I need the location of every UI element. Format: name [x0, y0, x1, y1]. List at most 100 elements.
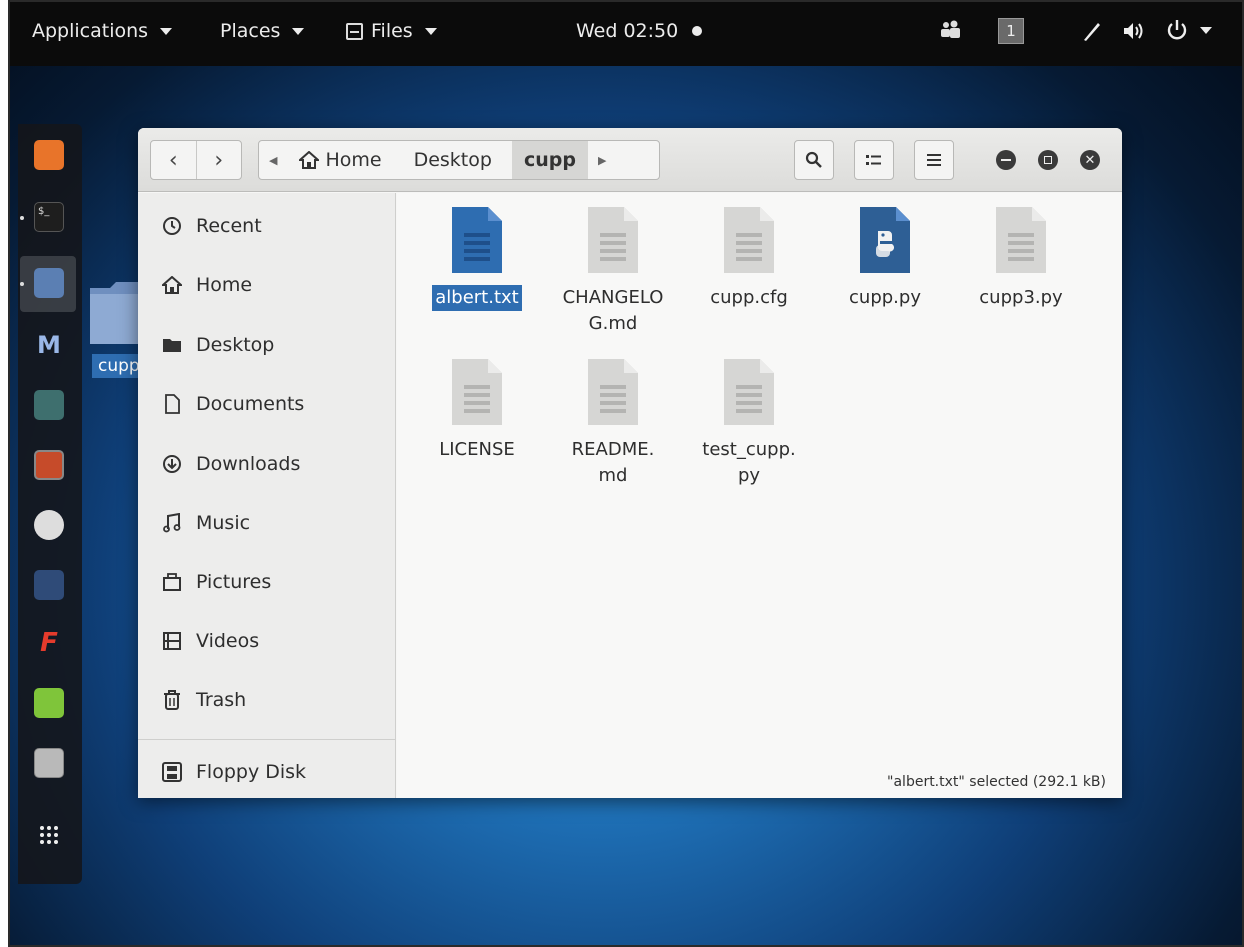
- notes-icon[interactable]: [34, 688, 64, 718]
- volume-icon[interactable]: [1122, 20, 1146, 42]
- minimize-icon: [1001, 159, 1011, 161]
- running-indicator: [20, 282, 24, 286]
- file-changelog-md[interactable]: CHANGELO G.md: [553, 205, 673, 337]
- sidebar-item-home[interactable]: Home: [162, 274, 252, 296]
- sidebar-item-floppy-disk[interactable]: Floppy Disk: [162, 761, 306, 783]
- music-icon: [162, 513, 182, 533]
- clock[interactable]: Wed 02:50: [576, 20, 703, 42]
- path-current-label: cupp: [523, 149, 576, 171]
- sidebar-item-documents[interactable]: Documents: [162, 393, 304, 415]
- forward-button[interactable]: ›: [197, 141, 242, 179]
- places-menu[interactable]: Places: [220, 20, 305, 42]
- path-segment-home[interactable]: Home: [287, 141, 393, 179]
- file-name: README. md: [569, 437, 658, 489]
- firefox-icon[interactable]: [34, 140, 64, 170]
- metasploit-icon[interactable]: M: [34, 330, 64, 360]
- power-icon: [1167, 20, 1187, 40]
- armitage-icon[interactable]: [34, 390, 64, 420]
- menu-button[interactable]: [914, 140, 954, 180]
- people-icon[interactable]: [938, 18, 962, 40]
- python-file-icon: [858, 205, 912, 275]
- header-bar: ‹ › ◀ Home Desktop cupp ▶ ✕: [138, 128, 1122, 192]
- file-name-line: README.: [571, 439, 655, 460]
- maximize-icon: [1044, 156, 1052, 164]
- chevron-down-icon: [1200, 26, 1212, 34]
- path-bar: ◀ Home Desktop cupp ▶: [258, 140, 660, 180]
- file-cabinet-icon: [346, 22, 363, 40]
- sidebar-item-desktop[interactable]: Desktop: [162, 334, 274, 356]
- view-toggle-button[interactable]: [854, 140, 894, 180]
- path-left-arrow-icon[interactable]: ◀: [259, 141, 287, 179]
- sidebar-item-music[interactable]: Music: [162, 512, 250, 534]
- sidebar-item-label: Documents: [196, 393, 305, 415]
- generic-file-icon: [586, 357, 640, 427]
- file-name: LICENSE: [439, 439, 515, 460]
- home-icon: [299, 151, 320, 169]
- sidebar-item-label: Desktop: [196, 334, 275, 356]
- file-cupp3-py[interactable]: cupp3.py: [961, 205, 1081, 311]
- download-icon: [162, 454, 182, 474]
- pen-tool-icon[interactable]: [1082, 20, 1102, 42]
- files-icon[interactable]: [34, 268, 64, 298]
- sidebar-divider: [138, 739, 396, 740]
- path-home-label: Home: [325, 149, 382, 171]
- files-app-menu[interactable]: Files: [346, 20, 437, 42]
- file-albert-txt[interactable]: albert.txt: [417, 205, 537, 312]
- camera-icon: [162, 572, 182, 592]
- sidebar-item-label: Videos: [196, 630, 260, 652]
- maltego-icon[interactable]: [34, 510, 64, 540]
- sidebar-item-label: Music: [196, 512, 251, 534]
- file-name: albert.txt: [432, 285, 522, 312]
- burpsuite-icon[interactable]: [34, 450, 64, 480]
- desktop-folder-icon: [162, 335, 182, 355]
- generic-file-icon: [722, 357, 776, 427]
- generic-file-icon: [586, 205, 640, 275]
- document-icon: [162, 394, 182, 414]
- file-cupp-py[interactable]: cupp.py: [825, 205, 945, 311]
- chevron-down-icon: [424, 27, 437, 35]
- terminal-icon[interactable]: $_: [34, 202, 64, 232]
- back-button[interactable]: ‹: [151, 141, 197, 179]
- sidebar-item-label: Downloads: [196, 453, 301, 475]
- file-test-cupp-py[interactable]: test_cupp. py: [689, 357, 809, 489]
- path-segment-desktop[interactable]: Desktop: [394, 141, 512, 179]
- power-menu[interactable]: [1166, 19, 1212, 41]
- text-file-icon: [450, 205, 504, 275]
- notification-dot-icon: [692, 26, 703, 36]
- sidebar-item-recent[interactable]: Recent: [162, 215, 262, 237]
- sidebar-item-downloads[interactable]: Downloads: [162, 453, 300, 475]
- faraday-icon[interactable]: F: [34, 628, 64, 658]
- show-applications-icon[interactable]: [34, 820, 64, 850]
- places-label: Places: [220, 20, 281, 42]
- path-right-arrow-icon[interactable]: ▶: [588, 141, 616, 179]
- close-button[interactable]: ✕: [1080, 150, 1100, 170]
- file-name: cupp.py: [849, 287, 921, 308]
- disk-utility-icon[interactable]: [34, 748, 64, 778]
- sidebar-item-videos[interactable]: Videos: [162, 630, 259, 652]
- sidebar-item-label: Home: [196, 274, 253, 296]
- file-readme-md[interactable]: README. md: [553, 357, 673, 489]
- path-desktop-label: Desktop: [413, 149, 492, 171]
- sidebar-item-pictures[interactable]: Pictures: [162, 571, 271, 593]
- applications-menu[interactable]: Applications: [32, 20, 173, 42]
- sidebar-item-trash[interactable]: Trash: [162, 689, 246, 711]
- search-button[interactable]: [794, 140, 834, 180]
- workspace-indicator[interactable]: 1: [998, 18, 1024, 44]
- beef-icon[interactable]: [34, 570, 64, 600]
- hamburger-icon: [927, 154, 941, 166]
- search-icon: [805, 151, 822, 168]
- minimize-button[interactable]: [996, 150, 1016, 170]
- file-name: CHANGELO G.md: [560, 285, 667, 337]
- home-icon: [162, 275, 182, 295]
- file-cupp-cfg[interactable]: cupp.cfg: [689, 205, 809, 311]
- file-name: cupp3.py: [979, 287, 1063, 308]
- files-label: Files: [371, 20, 413, 42]
- file-license[interactable]: LICENSE: [417, 357, 537, 463]
- file-name-line: CHANGELO: [562, 287, 664, 308]
- file-name-line: test_cupp.: [702, 439, 796, 460]
- maximize-button[interactable]: [1038, 150, 1058, 170]
- places-sidebar: Recent Home Desktop Documents Downloads …: [138, 193, 396, 798]
- trash-icon: [162, 690, 182, 710]
- sidebar-item-label: Floppy Disk: [196, 761, 307, 783]
- path-segment-current[interactable]: cupp: [511, 141, 588, 179]
